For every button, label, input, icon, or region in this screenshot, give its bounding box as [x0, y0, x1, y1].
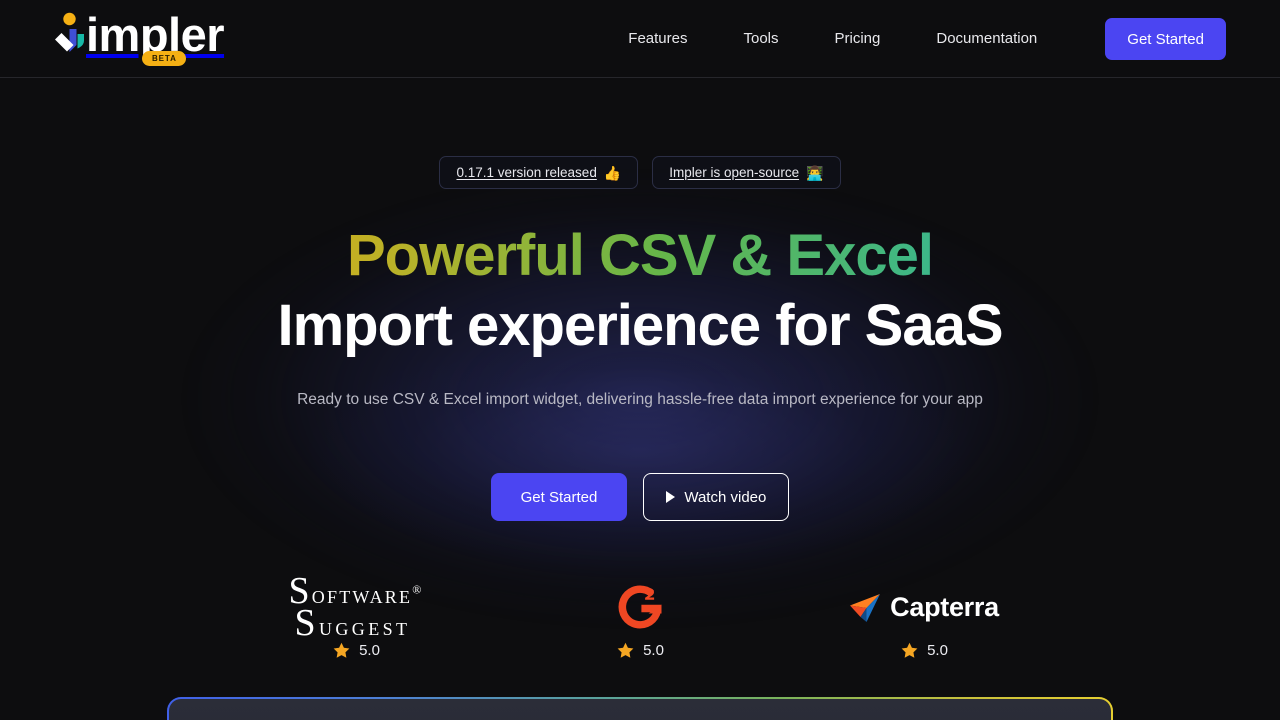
badge-version-released[interactable]: 0.17.1 version released 👍: [439, 156, 639, 189]
capterra-wordmark: Capterra: [890, 591, 999, 622]
star-icon: [617, 642, 634, 658]
technologist-icon: 👨‍💻: [806, 164, 824, 181]
logo-link[interactable]: impler: [52, 8, 225, 70]
registered-trademark-icon: ®: [412, 581, 424, 596]
landing-page: impler BETA Features Tools Pricing Docum…: [0, 0, 1280, 720]
capterra-icon: [850, 594, 881, 622]
badge-version-label: 0.17.1 version released: [456, 165, 597, 180]
nav-item-features[interactable]: Features: [600, 0, 715, 78]
site-header: impler BETA Features Tools Pricing Docum…: [0, 0, 1280, 78]
hero-subheadline: Ready to use CSV & Excel import widget, …: [297, 391, 983, 408]
capterra-logo: Capterra: [849, 583, 999, 631]
hero-section: 0.17.1 version released 👍 Impler is open…: [0, 78, 1280, 660]
softwaresuggest-rating: 5.0: [332, 641, 380, 660]
hero-headline-gradient-line: Powerful CSV & Excel: [0, 221, 1280, 291]
g2-rating-value: 5.0: [643, 642, 664, 659]
ss-line-2: Suggest: [294, 601, 411, 644]
g2-icon: [618, 585, 662, 629]
main-navigation: Features Tools Pricing Documentation Get…: [600, 0, 1226, 78]
nav-item-pricing[interactable]: Pricing: [807, 0, 909, 78]
review-g2: 5.0: [498, 583, 782, 660]
review-capterra: Capterra 5.0: [782, 583, 1066, 660]
header-get-started-button[interactable]: Get Started: [1105, 18, 1226, 60]
widget-preview-surface: [169, 699, 1111, 720]
nav-item-tools[interactable]: Tools: [715, 0, 806, 78]
review-platforms: Software® Suggest 5.0 5.0 Capterra 5.0: [0, 572, 1280, 660]
hero-get-started-button[interactable]: Get Started: [490, 473, 628, 521]
badge-open-source-label: Impler is open-source: [669, 165, 800, 180]
star-icon: [333, 642, 350, 658]
beta-badge: BETA: [142, 51, 186, 66]
thumbs-up-icon: 👍: [603, 164, 622, 181]
hero-headline-plain-line: Import experience for SaaS: [277, 293, 1003, 358]
watch-video-label: Watch video: [684, 488, 767, 506]
star-icon: [901, 642, 918, 658]
nav-item-documentation[interactable]: Documentation: [908, 0, 1065, 78]
badge-open-source[interactable]: Impler is open-source 👨‍💻: [652, 156, 841, 189]
g2-logo: [615, 583, 665, 631]
hero-cta-row: Get Started Watch video: [0, 473, 1280, 521]
impler-logo-icon: [52, 12, 86, 60]
softwaresuggest-rating-value: 5.0: [359, 642, 380, 659]
widget-preview-frame[interactable]: [167, 697, 1113, 720]
capterra-rating-value: 5.0: [927, 642, 948, 659]
g2-rating: 5.0: [616, 641, 664, 660]
capterra-rating: 5.0: [900, 641, 948, 660]
announcement-badges: 0.17.1 version released 👍 Impler is open…: [0, 156, 1280, 189]
softwaresuggest-logo: Software® Suggest: [288, 572, 423, 642]
hero-headline: Powerful CSV & Excel Import experience f…: [0, 221, 1280, 361]
watch-video-button[interactable]: Watch video: [643, 473, 790, 521]
softwaresuggest-wordmark: Software® Suggest: [288, 572, 424, 644]
play-icon: [666, 491, 676, 503]
review-softwaresuggest: Software® Suggest 5.0: [214, 572, 498, 660]
